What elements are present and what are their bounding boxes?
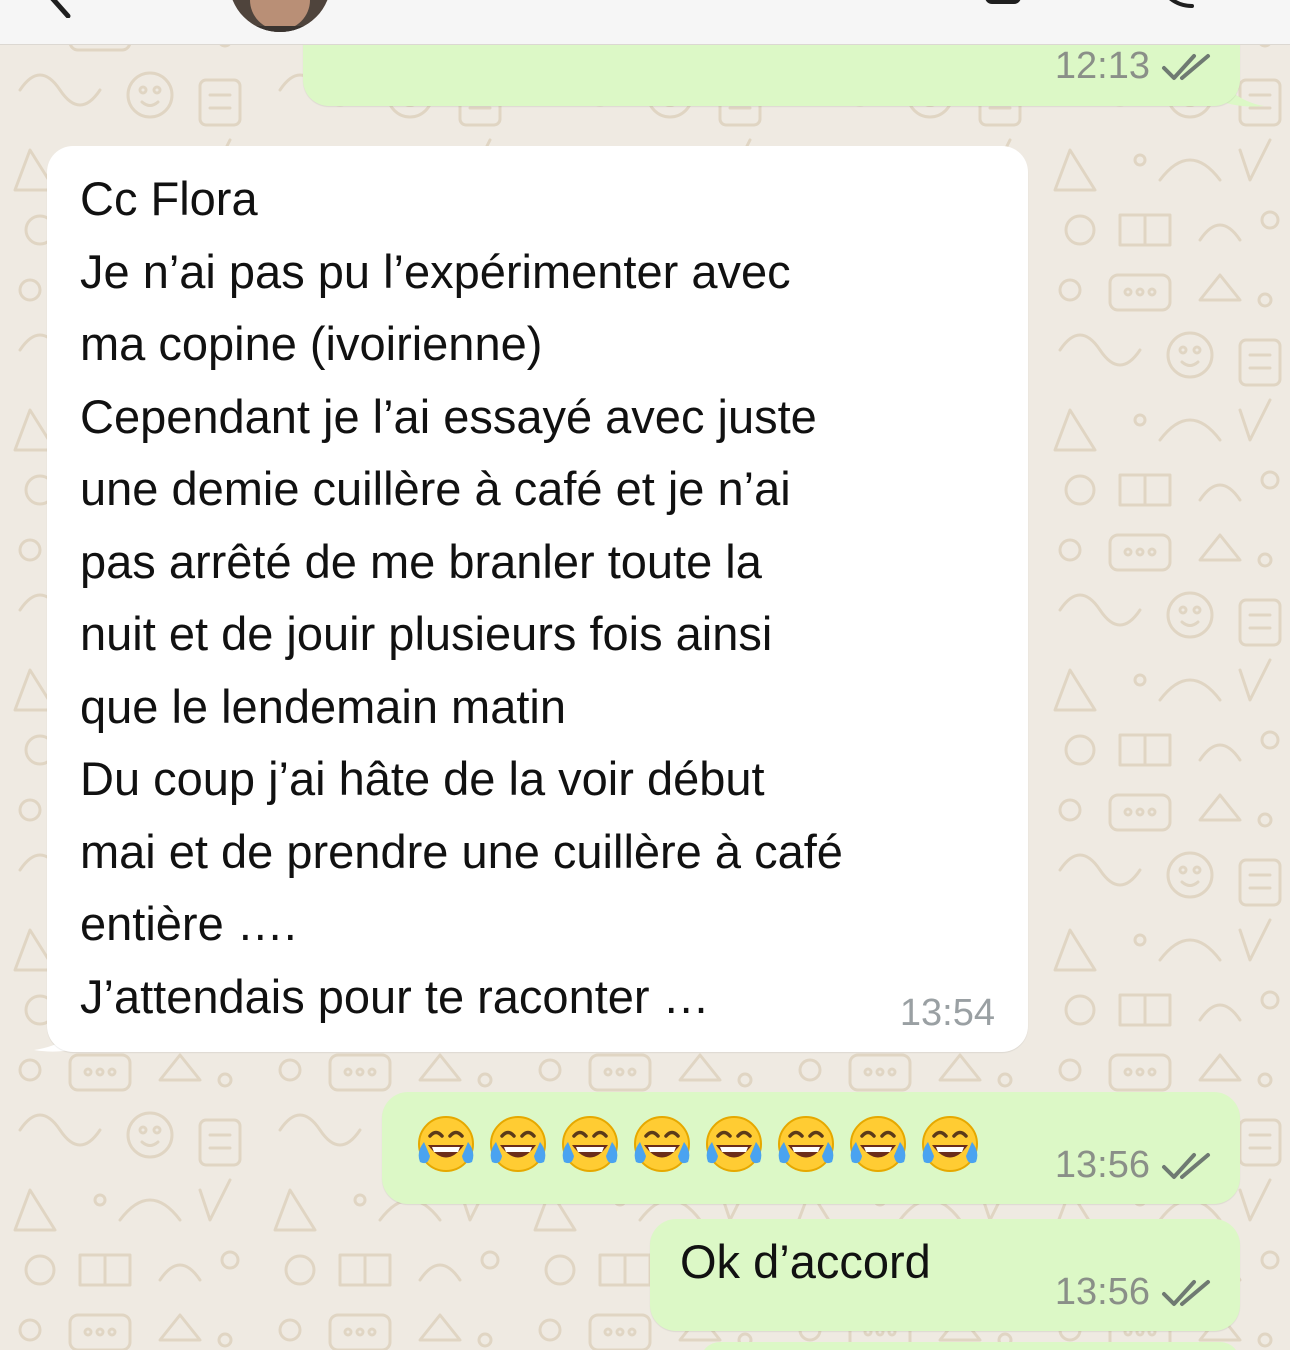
message-line: entière …. <box>80 897 297 950</box>
double-check-icon <box>1162 1152 1210 1179</box>
message-line: Cc Flora <box>80 172 258 225</box>
face-with-tears-of-joy <box>850 1116 906 1172</box>
outgoing-message-bubble[interactable]: Ok d’accord 13:56 <box>650 1219 1240 1331</box>
outgoing-message-bubble[interactable]: 13:56 <box>382 1092 1240 1204</box>
outgoing-message-bubble-partial[interactable] <box>700 1342 1240 1350</box>
face-with-tears-of-joy <box>562 1116 618 1172</box>
message-line: une demie cuillère à café et je n’ai <box>80 462 791 515</box>
message-line: Cependant je l’ai essayé avec juste <box>80 389 817 443</box>
message-line: que le lendemain matin <box>80 679 566 733</box>
message-text: Cc Flora Je n’ai pas pu l’expérimenter a… <box>80 163 843 1033</box>
emoji-row <box>414 1112 982 1176</box>
message-text: Ok d’accord <box>680 1235 931 1288</box>
message-line: mai et de prendre une cuillère à café <box>80 824 843 878</box>
message-line: Je n’ai pas pu l’expérimenter avec <box>80 244 791 298</box>
message-line: J’attendais pour te raconter … <box>80 969 710 1023</box>
face-with-tears-of-joy <box>922 1116 978 1172</box>
message-time: 13:54 <box>899 992 995 1034</box>
face-with-tears-of-joy <box>706 1116 762 1172</box>
face-with-tears-of-joy <box>490 1116 546 1172</box>
double-check-icon <box>1162 1279 1210 1306</box>
message-meta: 13:56 <box>1055 1144 1214 1187</box>
message-meta: 13:54 <box>900 992 995 1035</box>
message-time: 12:13 <box>1054 45 1150 87</box>
face-with-tears-of-joy <box>634 1116 690 1172</box>
message-time: 13:56 <box>1054 1271 1150 1313</box>
message-meta: 13:56 <box>1055 1271 1214 1314</box>
incoming-message-bubble[interactable]: Cc Flora Je n’ai pas pu l’expérimenter a… <box>47 146 1028 1052</box>
message-line: Du coup j’ai hâte de la voir début <box>80 752 765 805</box>
phone-call-icon[interactable] <box>1152 0 1196 10</box>
double-check-icon <box>1162 53 1210 80</box>
message-line: nuit et de jouir plusieurs fois ainsi <box>80 607 773 660</box>
message-meta: 12:13 <box>1055 45 1214 88</box>
face-with-tears-of-joy <box>778 1116 834 1172</box>
chat-header <box>0 0 1290 45</box>
face-with-tears-of-joy <box>418 1116 474 1172</box>
back-chevron-icon[interactable] <box>44 0 74 18</box>
contact-avatar[interactable] <box>229 0 331 32</box>
message-line: pas arrêté de me branler toute la <box>80 534 762 588</box>
video-call-icon[interactable] <box>985 0 1035 6</box>
avatar-photo-icon <box>229 0 331 32</box>
message-time: 13:56 <box>1054 1144 1150 1186</box>
message-line: ma copine (ivoirienne) <box>80 317 543 370</box>
